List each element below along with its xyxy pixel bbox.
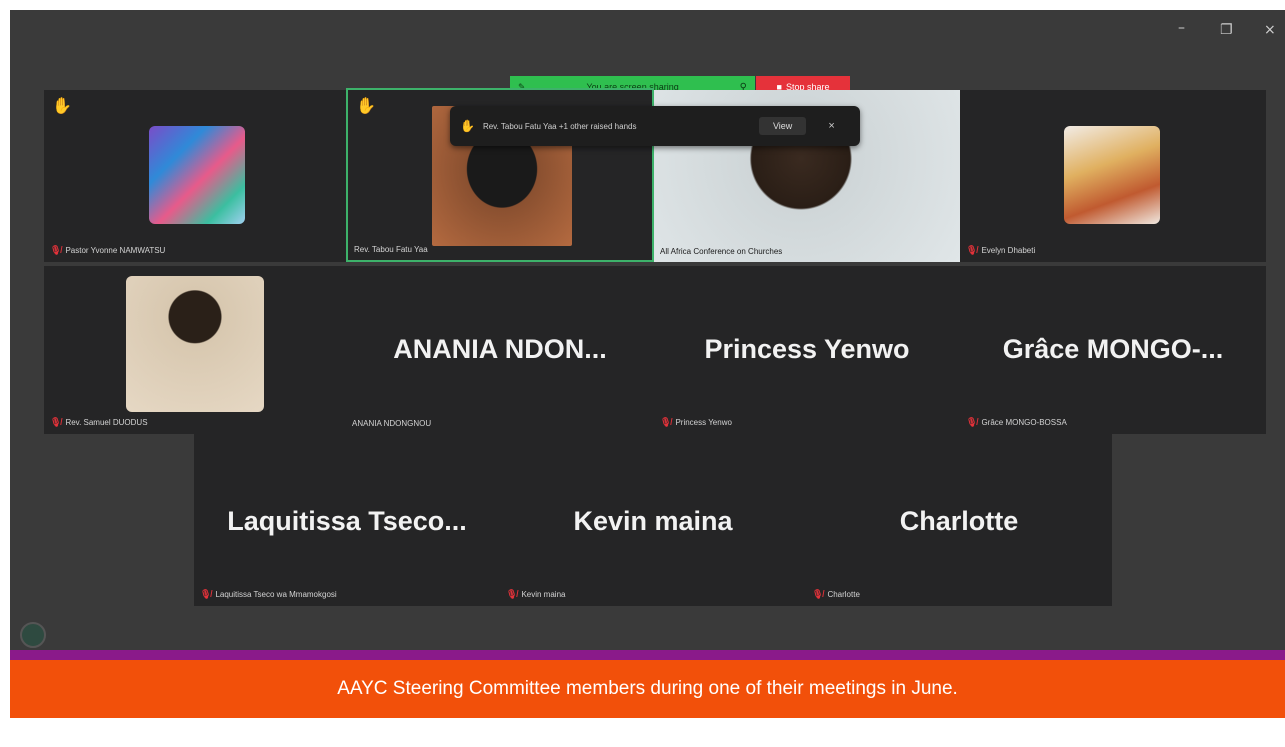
participant-name: Princess Yenwo xyxy=(675,418,732,427)
mic-off-icon: 🎙︎̸ xyxy=(660,417,672,427)
participant-big-name: Laquitissa Tseco... xyxy=(227,506,467,536)
participant-big-name: Charlotte xyxy=(899,506,1019,536)
participant-tile[interactable]: Charlotte 🎙︎̸ Charlotte xyxy=(806,434,1112,606)
close-window-button[interactable]: × xyxy=(1264,22,1276,38)
notification-text: Rev. Tabou Fatu Yaa +1 other raised hand… xyxy=(482,121,637,131)
participant-name-tag: 🎙︎̸ Rev. Samuel DUODUS xyxy=(50,417,148,428)
participant-tile[interactable]: Laquitissa Tseco... 🎙︎̸ Laquitissa Tseco… xyxy=(194,434,500,606)
participant-tile[interactable]: 🎙︎̸ Evelyn Dhabeti xyxy=(960,90,1266,262)
participant-name: Grâce MONGO-BOSSA xyxy=(981,418,1067,427)
avatar xyxy=(126,276,264,412)
participant-name: Laquitissa Tseco wa Mmamokgosi xyxy=(215,590,337,599)
participant-name: Rev. Tabou Fatu Yaa xyxy=(354,245,428,254)
participant-name: All Africa Conference on Churches xyxy=(660,247,783,256)
participant-tile[interactable]: 🎙︎̸ Rev. Samuel DUODUS xyxy=(44,266,346,434)
participant-name-tag: 🎙︎̸ Evelyn Dhabeti xyxy=(966,245,1035,256)
mic-off-icon: 🎙︎̸ xyxy=(50,245,62,255)
participant-tile[interactable]: ✋ 🎙︎̸ Pastor Yvonne NAMWATSU xyxy=(44,90,346,262)
participant-name-tag: Rev. Tabou Fatu Yaa xyxy=(354,245,428,254)
participant-name-tag: 🎙︎̸ Grâce MONGO-BOSSA xyxy=(966,417,1067,428)
participant-name-tag: All Africa Conference on Churches xyxy=(660,247,782,256)
participant-big-name: Princess Yenwo xyxy=(704,334,910,364)
participant-name-tag: 🎙︎̸ Princess Yenwo xyxy=(660,417,732,428)
raised-hands-notification: ✋ Rev. Tabou Fatu Yaa +1 other raised ha… xyxy=(450,106,860,146)
mic-off-icon: 🎙︎̸ xyxy=(50,417,62,427)
participant-name-tag: 🎙︎̸ Kevin maina xyxy=(506,589,565,600)
caption-stripe xyxy=(10,650,1285,660)
participant-name-tag: 🎙︎̸ Charlotte xyxy=(812,589,860,600)
participant-name: Evelyn Dhabeti xyxy=(981,246,1036,255)
photo-caption: AAYC Steering Committee members during o… xyxy=(10,660,1285,718)
participant-name-tag: 🎙︎̸ Laquitissa Tseco wa Mmamokgosi xyxy=(200,589,337,600)
participant-name-tag: 🎙︎̸ Pastor Yvonne NAMWATSU xyxy=(50,245,165,256)
chat-bubble-icon[interactable] xyxy=(20,622,46,648)
participant-big-name: Grâce MONGO-... xyxy=(1002,334,1224,364)
mic-off-icon: 🎙︎̸ xyxy=(812,589,824,599)
participant-name: Charlotte xyxy=(827,590,860,599)
view-button[interactable]: View xyxy=(758,117,807,135)
avatar xyxy=(1064,126,1160,224)
participant-big-name: Kevin maina xyxy=(573,506,733,536)
mic-off-icon: 🎙︎̸ xyxy=(200,589,212,599)
participant-tile[interactable]: Kevin maina 🎙︎̸ Kevin maina xyxy=(500,434,806,606)
mic-off-icon: 🎙︎̸ xyxy=(506,589,518,599)
participant-big-name: ANANIA NDON... xyxy=(393,334,607,364)
participant-name: ANANIA NDONGNOU xyxy=(352,419,432,428)
minimize-button[interactable]: – xyxy=(1178,20,1185,36)
zoom-meeting-window: – ❐ × ✎ You are screen sharing ⚲ ■ Stop … xyxy=(10,10,1285,650)
mic-off-icon: 🎙︎̸ xyxy=(966,417,978,427)
participant-name: Pastor Yvonne NAMWATSU xyxy=(65,246,166,255)
participant-name: Kevin maina xyxy=(521,590,566,599)
participant-name-tag: ANANIA NDONGNOU xyxy=(352,419,431,428)
participant-tile[interactable]: Grâce MONGO-... 🎙︎̸ Grâce MONGO-BOSSA xyxy=(960,266,1266,434)
mic-off-icon: 🎙︎̸ xyxy=(966,245,978,255)
avatar xyxy=(149,126,245,224)
restore-button[interactable]: ❐ xyxy=(1220,22,1233,38)
participant-tile[interactable]: Princess Yenwo 🎙︎̸ Princess Yenwo xyxy=(654,266,960,434)
close-notification-icon[interactable]: × xyxy=(828,120,834,132)
participant-tile[interactable]: ANANIA NDON... ANANIA NDONGNOU xyxy=(346,266,654,434)
raised-hand-icon: ✋ xyxy=(356,98,376,115)
participant-name: Rev. Samuel DUODUS xyxy=(65,418,148,427)
raised-hand-icon: ✋ xyxy=(52,98,72,115)
raised-hand-icon: ✋ xyxy=(460,119,475,133)
